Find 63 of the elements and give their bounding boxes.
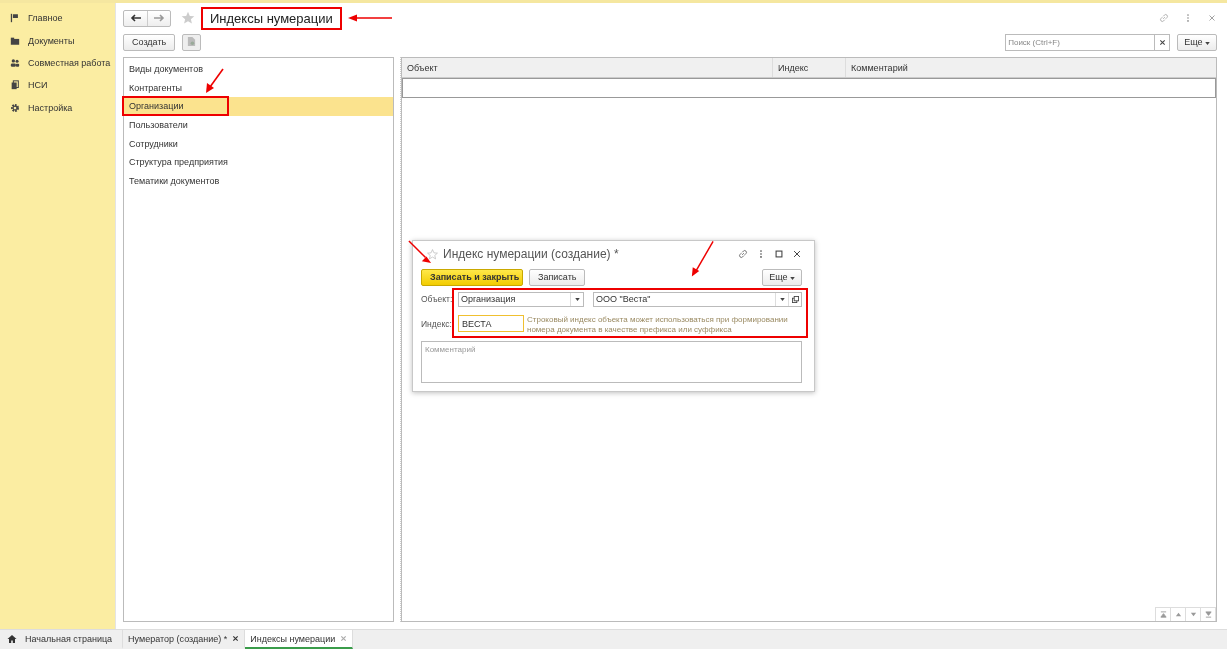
link-icon[interactable] — [1159, 13, 1169, 23]
object-type-field[interactable]: Организация — [458, 291, 584, 307]
window-tab[interactable]: Индексы нумерации — [245, 630, 354, 649]
close-icon[interactable] — [792, 249, 802, 259]
comment-field[interactable]: Комментарий — [421, 341, 802, 383]
star-icon[interactable] — [181, 11, 195, 25]
annotation-arrow — [408, 240, 432, 264]
folder-icon — [10, 35, 20, 46]
annotation-arrow — [204, 68, 224, 94]
caret-icon — [790, 277, 795, 280]
copy-button[interactable] — [182, 33, 202, 51]
sidebar-item[interactable]: Совместная работа — [0, 51, 115, 75]
annotation-arrow — [690, 240, 714, 278]
list-item[interactable]: Пользователи — [124, 115, 393, 135]
home-icon — [7, 633, 17, 644]
field-label: Объект: — [421, 294, 451, 304]
sidebar-item[interactable]: НСИ — [0, 74, 115, 97]
list-item[interactable]: Структура предприятия — [124, 152, 393, 172]
save-and-close-button[interactable]: Записать и закрыть — [421, 268, 523, 286]
page-title: Индексы нумерации — [201, 6, 342, 30]
settings-icon — [10, 102, 20, 113]
link-icon[interactable] — [738, 249, 748, 259]
field-label: Индекс: — [421, 319, 451, 329]
sidebar-item[interactable]: Настройка — [0, 96, 115, 119]
create-button[interactable]: Создать — [123, 33, 176, 51]
column-header[interactable]: Объект — [402, 58, 773, 77]
left-arrow-icon — [129, 14, 142, 22]
list-item[interactable]: Организации — [124, 97, 393, 116]
list-item[interactable]: Тематики документов — [124, 171, 393, 191]
list-item[interactable]: Виды документов — [124, 60, 393, 79]
save-button[interactable]: Записать — [529, 268, 586, 286]
clear-button[interactable] — [1155, 33, 1171, 51]
book-icon — [10, 80, 20, 91]
more-button[interactable]: Еще — [762, 268, 802, 286]
people-icon — [10, 57, 20, 68]
index-field[interactable]: ВЕСТА — [458, 315, 524, 332]
right-arrow-icon — [153, 14, 165, 22]
dialog-title: Индекс нумерации (создание) * — [443, 247, 619, 261]
table-row[interactable] — [402, 78, 1216, 98]
scroll-top-icon — [1159, 611, 1167, 618]
hint-text: Строковый индекс объекта может использоваться при формировании номера документа в качестве префикса или суффикса — [527, 315, 789, 334]
column-header[interactable]: Индекс — [773, 58, 846, 77]
more-button[interactable]: Еще — [1177, 33, 1217, 51]
open-icon[interactable] — [788, 292, 801, 306]
search-field[interactable]: Поиск (Ctrl+F) — [1005, 33, 1156, 51]
flag-icon — [10, 13, 20, 24]
sidebar-item[interactable]: Главное — [0, 7, 115, 30]
up-icon — [1174, 611, 1182, 618]
caret-icon — [1205, 42, 1210, 45]
list-item[interactable]: Контрагенты — [124, 78, 393, 98]
maximize-icon[interactable] — [774, 249, 784, 259]
clear-icon — [1158, 38, 1166, 46]
star-icon[interactable] — [427, 248, 438, 260]
down-icon — [1189, 611, 1197, 618]
home-tab[interactable]: Начальная страница — [0, 630, 124, 649]
annotation-arrow — [347, 14, 392, 22]
list-item[interactable]: Сотрудники — [124, 134, 393, 153]
sidebar-item[interactable]: Документы — [0, 29, 115, 52]
object-field[interactable]: ООО "Веста" — [593, 291, 802, 307]
scroll-bottom-icon — [1204, 611, 1212, 618]
close-icon[interactable] — [232, 635, 240, 642]
document-icon — [187, 35, 197, 47]
column-header[interactable]: Комментарий — [846, 58, 1216, 77]
